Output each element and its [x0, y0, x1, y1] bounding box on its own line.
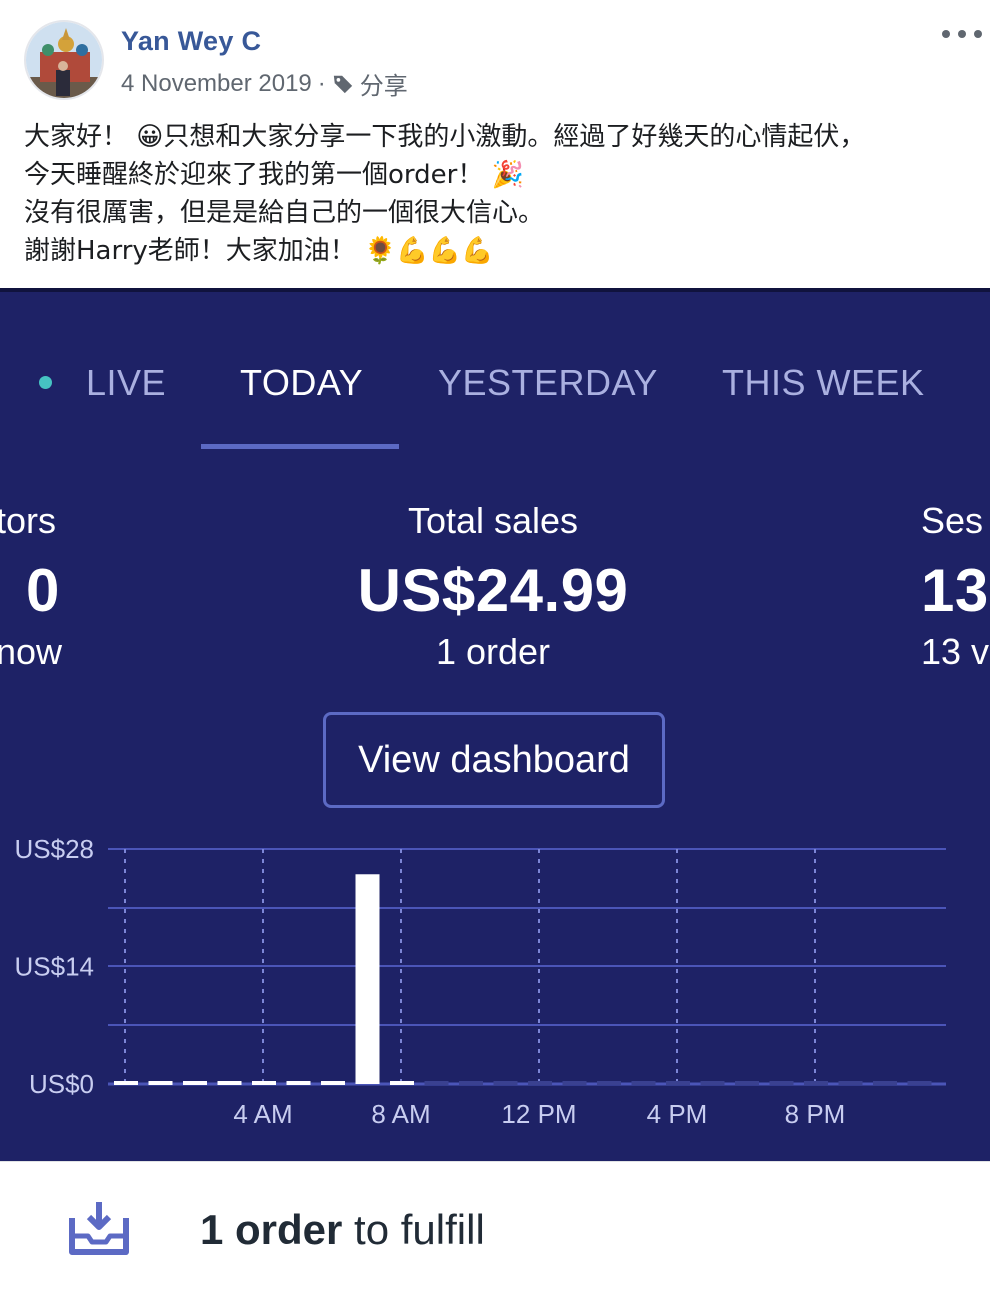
zero-bar [183, 1081, 207, 1085]
zero-bar [321, 1081, 345, 1085]
y-tick-label: US$28 [15, 834, 95, 864]
zero-bar [873, 1081, 897, 1085]
metric-value: 13 [921, 557, 989, 624]
x-tick-label: 4 PM [647, 1099, 708, 1129]
y-tick-label: US$14 [15, 952, 95, 982]
metric-sub: 13 v [921, 631, 990, 672]
zero-bar [148, 1081, 173, 1085]
zero-bar [114, 1081, 138, 1085]
zero-bar [666, 1081, 690, 1085]
zero-bar [597, 1081, 621, 1085]
post-date[interactable]: 4 November 2019 [121, 70, 312, 98]
zero-bar [286, 1081, 311, 1085]
zero-bar [493, 1081, 518, 1085]
zero-bar [804, 1081, 828, 1085]
orders-to-fulfill[interactable]: 1 order to fulfill [200, 1206, 485, 1254]
metric-value: US$24.99 [357, 557, 629, 624]
zero-bar [735, 1081, 759, 1085]
metric-label: Ses [921, 500, 984, 541]
zero-bar [424, 1081, 449, 1085]
post-line: 大家好！ 😀只想和大家分享一下我的小激動。經過了好幾天的心情起伏， [24, 122, 866, 152]
active-tab-indicator [201, 444, 399, 449]
zero-bar [769, 1081, 794, 1085]
zero-bar [700, 1081, 725, 1085]
share-label[interactable]: 分享 [360, 66, 408, 101]
zero-bar [459, 1081, 483, 1085]
visitors-metric: tors 0 now [0, 500, 62, 673]
view-dashboard-button[interactable]: View dashboard [323, 712, 665, 808]
post-line: 沒有很厲害，但是是給自己的一個很大信心。 [24, 198, 545, 228]
zero-bar [390, 1081, 414, 1085]
sales-chart-svg: US$28 US$14 US$0 4 AM 8 AM 12 PM 4 PM 8 PM [15, 834, 946, 1129]
zero-bar [217, 1081, 242, 1085]
zero-bar [562, 1081, 587, 1085]
meta-separator: · [317, 69, 326, 97]
sales-chart: US$28 US$14 US$0 4 AM 8 AM 12 PM 4 PM 8 PM [0, 822, 990, 1161]
metric-label: Total sales [407, 500, 579, 541]
x-tick-label: 8 AM [371, 1099, 430, 1129]
inbox-download-icon [69, 1202, 129, 1255]
live-dot-icon [39, 376, 52, 389]
tag-icon [333, 75, 352, 93]
post-header: Yan Wey C 4 November 2019 · 分享 大家好！ 😀只想和… [0, 0, 996, 290]
zero-bar [907, 1081, 932, 1085]
x-tick-label: 12 PM [501, 1099, 576, 1129]
zero-bar [838, 1081, 863, 1085]
order-count: 1 order [200, 1206, 343, 1253]
post-meta: 4 November 2019 · 分享 [121, 66, 408, 101]
dashboard-screenshot: LIVE TODAY YESTERDAY THIS WEEK tors 0 no… [0, 288, 990, 1161]
post-line: 謝謝Harry老師！大家加油！ 🌻💪💪💪 [24, 236, 494, 266]
x-tick-label: 8 PM [785, 1099, 846, 1129]
avatar[interactable] [24, 20, 104, 100]
tab-this-week[interactable]: THIS WEEK [722, 362, 925, 404]
fulfill-label: to fulfill [342, 1206, 485, 1253]
time-range-tabs: LIVE TODAY YESTERDAY THIS WEEK [0, 292, 990, 452]
zero-bar [528, 1081, 552, 1085]
tab-yesterday[interactable]: YESTERDAY [438, 362, 658, 404]
sessions-metric: Ses 13 13 v [921, 500, 989, 673]
metric-sub: 1 order [435, 631, 551, 672]
tab-today[interactable]: TODAY [240, 362, 363, 404]
metric-label: tors [0, 500, 57, 541]
metric-sub: now [0, 631, 63, 672]
zero-bar [631, 1081, 656, 1085]
author-name[interactable]: Yan Wey C [121, 26, 261, 57]
avatar-image [26, 22, 102, 98]
orders-bar[interactable]: 1 order to fulfill [0, 1161, 990, 1290]
metric-value: 0 [26, 557, 60, 624]
zero-bar [252, 1081, 276, 1085]
post-text: 大家好！ 😀只想和大家分享一下我的小激動。經過了好幾天的心情起伏， 今天睡醒終於… [24, 118, 974, 270]
x-tick-label: 4 AM [233, 1099, 292, 1129]
post-line: 今天睡醒終於迎來了我的第一個order！ 🎉 [24, 160, 524, 190]
more-options-icon[interactable] [942, 24, 982, 44]
sales-bar [355, 874, 380, 1084]
total-sales-metric: Total sales US$24.99 1 order [293, 500, 693, 673]
tab-live[interactable]: LIVE [86, 362, 166, 404]
y-tick-label: US$0 [29, 1069, 94, 1099]
